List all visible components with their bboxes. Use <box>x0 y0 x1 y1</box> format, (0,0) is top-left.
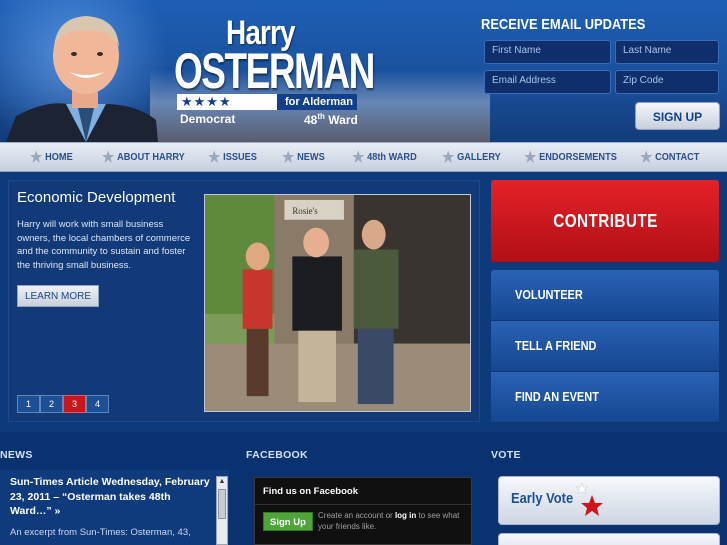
pager-button-4[interactable]: 4 <box>86 395 109 413</box>
nav-label: 48th WARD <box>367 151 417 163</box>
office-label: for Alderman <box>277 94 357 110</box>
email-field[interactable]: Email Address <box>484 70 611 94</box>
news-section-title: NEWS <box>0 449 33 461</box>
facebook-widget-title: Find us on Facebook <box>255 478 471 505</box>
star-icon: ★ <box>208 148 221 166</box>
early-vote-button[interactable]: Early Vote <box>498 476 720 525</box>
tell-a-friend-button[interactable]: TELL A FRIEND <box>491 321 719 372</box>
facebook-widget: Find us on Facebook Sign Up Create an ac… <box>254 477 472 545</box>
nav-label: ISSUES <box>223 151 257 163</box>
email-signup-button[interactable]: SIGN UP <box>635 102 720 130</box>
store-sign: Rosie's <box>292 206 318 216</box>
contribute-button[interactable]: CONTRIBUTE <box>491 180 719 262</box>
nav-label: CONTACT <box>655 151 700 163</box>
email-updates-title: RECEIVE EMAIL UPDATES <box>481 16 646 33</box>
vote-section-title: VOTE <box>491 449 521 461</box>
candidate-photo <box>6 16 158 142</box>
nav-item-home[interactable]: ★ HOME <box>30 143 73 172</box>
star-icon: ★ <box>30 148 43 166</box>
tell-a-friend-label: TELL A FRIEND <box>515 339 597 353</box>
ward-label: 48th Ward <box>304 112 358 127</box>
stars-icon: ★★★★ <box>181 94 232 109</box>
site-header: Harry OSTERMAN ★★★★ for Alderman Democra… <box>0 0 727 142</box>
nav-label: NEWS <box>297 151 325 163</box>
learn-more-button[interactable]: LEARN MORE <box>17 285 99 307</box>
volunteer-button[interactable]: VOLUNTEER <box>491 270 719 321</box>
slide-title: Economic Development <box>17 189 176 206</box>
facebook-section-title: FACEBOOK <box>246 449 308 461</box>
party-label: Democrat <box>180 112 236 126</box>
facebook-signup-text: Create an account or log in to see what … <box>318 511 468 532</box>
pager-button-1[interactable]: 1 <box>17 395 40 413</box>
star-icon: ★ <box>524 148 537 166</box>
zip-code-field[interactable]: Zip Code <box>615 70 719 94</box>
nav-label: ENDORSEMENTS <box>539 151 617 163</box>
slide-text: Harry will work with small business owne… <box>17 219 191 271</box>
star-icon: ★ <box>282 148 295 166</box>
scroll-up-icon[interactable]: ▲ <box>217 477 227 487</box>
candidate-last-name: OSTERMAN <box>174 43 375 99</box>
news-excerpt: An excerpt from Sun-Times: Osterman, 43, <box>10 527 191 538</box>
featured-slider: Economic Development Harry will work wit… <box>8 180 480 422</box>
ward-word: Ward <box>328 113 358 127</box>
fb-text-before: Create an account or <box>318 511 395 520</box>
ward-number: 48 <box>304 113 318 127</box>
slide-photo: Rosie's <box>204 194 471 412</box>
action-list: VOLUNTEER TELL A FRIEND FIND AN EVENT <box>491 270 719 424</box>
nav-item-about-harry[interactable]: ★ ABOUT HARRY <box>102 143 185 172</box>
nav-item-issues[interactable]: ★ ISSUES <box>208 143 257 172</box>
scroll-thumb[interactable] <box>218 489 226 519</box>
vote-option-button[interactable] <box>498 533 720 545</box>
main-nav: ★ HOME ★ ABOUT HARRY ★ ISSUES ★ NEWS ★ 48th W… <box>0 142 727 172</box>
pager-button-2[interactable]: 2 <box>40 395 63 413</box>
nav-label: GALLERY <box>457 151 501 163</box>
first-name-field[interactable]: First Name <box>484 40 611 64</box>
find-an-event-label: FIND AN EVENT <box>515 390 599 404</box>
volunteer-label: VOLUNTEER <box>515 288 583 302</box>
nav-label: ABOUT HARRY <box>117 151 185 163</box>
nav-item-48th-ward[interactable]: ★ 48th WARD <box>352 143 417 172</box>
news-scrollbar[interactable]: ▲ <box>216 476 228 545</box>
slider-pager: 1 2 3 4 <box>17 395 109 413</box>
office-banner: ★★★★ for Alderman <box>177 94 357 110</box>
pager-button-3[interactable]: 3 <box>63 395 86 413</box>
ward-suffix: th <box>317 112 325 121</box>
star-icon: ★ <box>102 148 115 166</box>
last-name-field[interactable]: Last Name <box>615 40 719 64</box>
find-an-event-button[interactable]: FIND AN EVENT <box>491 372 719 423</box>
star-icon: ★ <box>640 148 653 166</box>
star-icon: ★ <box>442 148 455 166</box>
nav-item-endorsements[interactable]: ★ ENDORSEMENTS <box>524 143 617 172</box>
star-icon: ★ <box>352 148 365 166</box>
nav-label: HOME <box>45 151 73 163</box>
star-burst-icon <box>575 483 603 516</box>
nav-item-gallery[interactable]: ★ GALLERY <box>442 143 501 172</box>
early-vote-label: Early Vote <box>511 490 574 507</box>
news-headline-link[interactable]: Sun-Times Article Wednesday, February 23… <box>10 475 210 519</box>
contribute-label: CONTRIBUTE <box>552 211 658 231</box>
nav-item-contact[interactable]: ★ CONTACT <box>640 143 699 172</box>
nav-item-news[interactable]: ★ NEWS <box>282 143 325 172</box>
facebook-signup-button[interactable]: Sign Up <box>263 512 313 531</box>
facebook-login-link[interactable]: log in <box>395 511 416 520</box>
